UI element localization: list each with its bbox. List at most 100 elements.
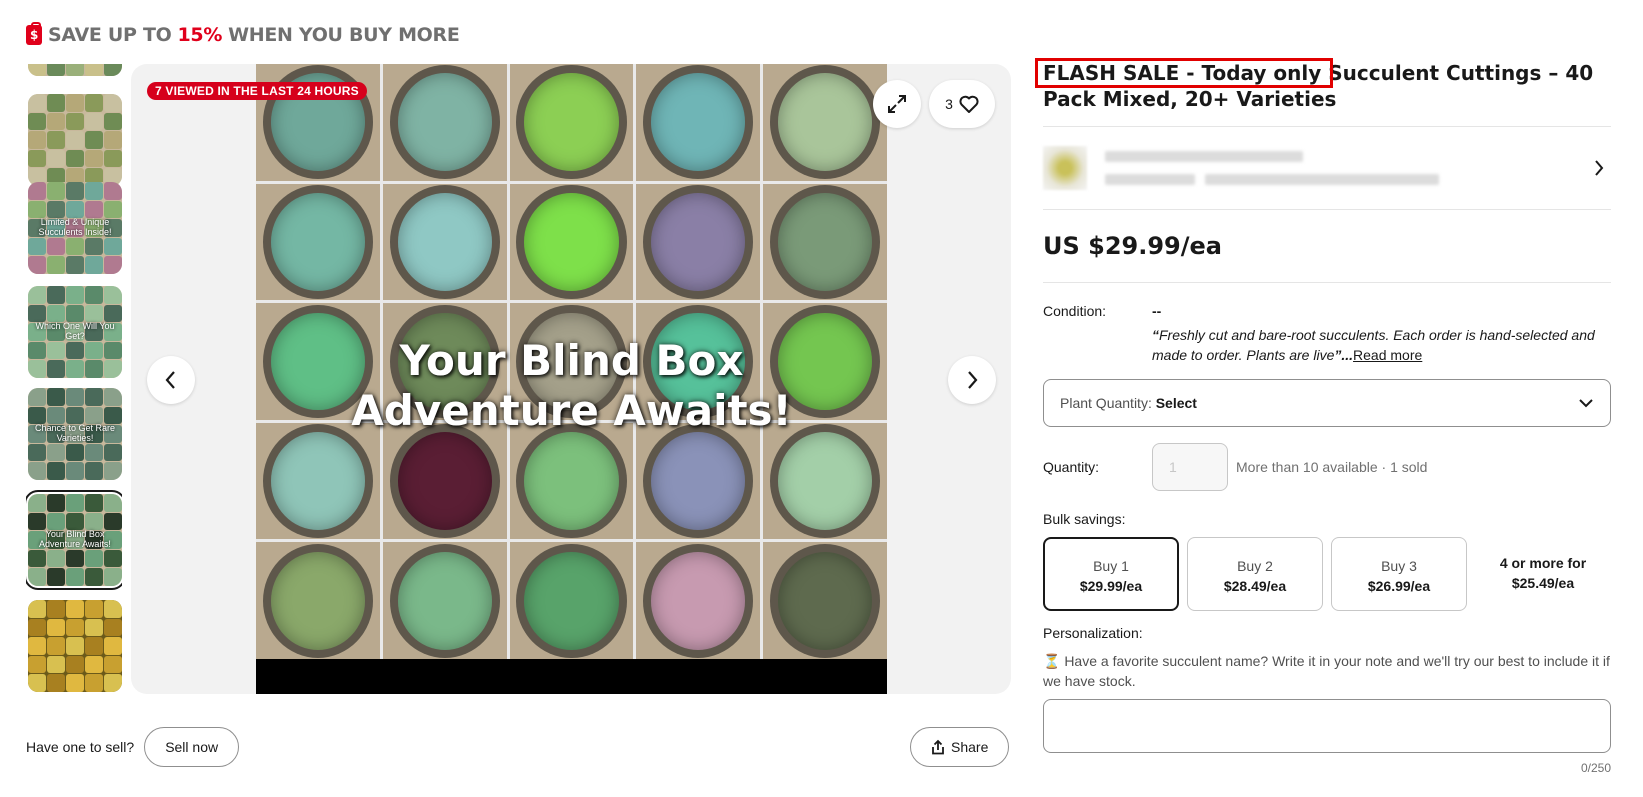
thumbnail-tile (66, 549, 84, 568)
succulent-cell (763, 64, 887, 181)
thumbnail-tile (66, 462, 84, 480)
thumbnail-tile (104, 256, 122, 274)
viewed-badge: 7 VIEWED IN THE LAST 24 HOURS (147, 82, 367, 100)
thumbnail-tile (85, 512, 103, 531)
succulent-cell (509, 64, 634, 181)
thumbnail-tile (47, 388, 65, 406)
thumbnail-4[interactable]: Which One Will You Get? (28, 286, 122, 378)
plant-quantity-select[interactable]: Plant Quantity: Select (1043, 379, 1611, 427)
watch-button[interactable]: 3 (929, 80, 995, 128)
thumbnail-tile (104, 494, 122, 512)
thumbnail-tile (104, 341, 122, 360)
thumbnail-tile (47, 256, 65, 274)
tier-price: $26.99/ea (1367, 578, 1431, 594)
thumbnail-tile (66, 237, 84, 256)
thumbnail-tile (47, 182, 65, 200)
seller-rating-redacted (1105, 174, 1195, 185)
thumbnail-7[interactable] (28, 600, 122, 692)
promo-suffix: WHEN YOU BUY MORE (228, 24, 460, 46)
personalization-textarea[interactable] (1043, 699, 1611, 753)
seller-name-redacted (1105, 151, 1303, 162)
thumbnail-tile (47, 131, 65, 149)
thumbnail-tile (28, 674, 46, 692)
overlay-line-1: Your Blind Box (399, 336, 744, 385)
share-button[interactable]: Share (910, 727, 1010, 767)
read-more-link[interactable]: Read more (1353, 347, 1422, 363)
succulent-cell (636, 183, 761, 301)
succulent-cell (382, 422, 507, 540)
thumbnail-tile (85, 388, 103, 406)
thumbnail-tile (66, 655, 84, 674)
price: US $29.99/ea (1043, 232, 1222, 260)
bulk-tier-4-or-more[interactable]: 4 or more for $25.49/ea (1475, 537, 1611, 611)
thumbnail-tile (28, 94, 46, 112)
thumbnail-tile (66, 304, 84, 323)
thumbnail-tile (47, 112, 65, 131)
thumbnail-tile (28, 549, 46, 568)
product-photo[interactable]: Your Blind Box Adventure Awaits! (256, 64, 887, 694)
thumbnail-tile (85, 494, 103, 512)
open-quote: “ (1152, 327, 1159, 343)
previous-image-button[interactable] (147, 356, 195, 404)
thumbnail-strip: Limited & Unique Succulents Inside! Whic… (26, 64, 122, 694)
thumbnail-tile (66, 64, 84, 76)
promo-banner: $ SAVE UP TO 15% WHEN YOU BUY MORE (26, 22, 460, 48)
condition-row: Condition: -- “Freshly cut and bare-root… (1043, 303, 1611, 365)
thumbnail-caption: Which One Will You Get? (35, 320, 115, 341)
thumbnail-2[interactable] (28, 94, 122, 186)
thumbnail-tile (85, 360, 103, 378)
succulent-cell (509, 183, 634, 301)
bulk-savings-label: Bulk savings: (1043, 511, 1126, 527)
thumbnail-tile (104, 674, 122, 692)
thumbnail-tile (85, 237, 103, 256)
seller-card[interactable] (1043, 127, 1611, 209)
thumbnail-tile (47, 655, 65, 674)
bulk-tier-buy-3[interactable]: Buy 3 $26.99/ea (1331, 537, 1467, 611)
thumbnail-tile (85, 637, 103, 655)
thumbnail-tile (85, 200, 103, 219)
close-quote: ”... (1334, 347, 1354, 363)
thumbnail-tile (28, 618, 46, 637)
thumbnail-tile (85, 64, 103, 76)
sell-prompt-row: Have one to sell? Sell now (26, 727, 240, 767)
thumbnail-tile (47, 443, 65, 462)
bulk-tier-buy-1[interactable]: Buy 1 $29.99/ea (1043, 537, 1179, 611)
succulent-cell (636, 64, 761, 181)
thumbnail-6-selected[interactable]: Your Blind Box Adventure Awaits! (26, 490, 122, 590)
thumbnail-tile (47, 149, 65, 168)
thumbnail-5[interactable]: Chance to Get Rare Varieties! (28, 388, 122, 480)
expand-button[interactable] (873, 80, 921, 128)
thumbnail-tile (47, 94, 65, 112)
tier-price: $28.49/ea (1223, 578, 1287, 594)
bulk-tier-buy-2[interactable]: Buy 2 $28.49/ea (1187, 537, 1323, 611)
thumbnail-tile (104, 406, 122, 425)
next-image-button[interactable] (948, 356, 996, 404)
thumbnail-caption: Chance to Get Rare Varieties! (34, 422, 116, 443)
select-label: Plant Quantity: (1060, 395, 1152, 411)
personalization-label: Personalization: (1043, 625, 1143, 641)
thumbnail-tile (47, 200, 65, 219)
sell-now-button[interactable]: Sell now (144, 727, 240, 767)
tier-label: Buy 1 (1093, 558, 1129, 574)
thumbnail-tile (47, 549, 65, 568)
succulent-cell (256, 422, 380, 540)
thumbnail-tile (28, 512, 46, 531)
succulent-cell (509, 542, 634, 659)
thumbnail-tile (47, 568, 65, 586)
thumbnail-tile (47, 286, 65, 304)
succulent-cell (382, 183, 507, 301)
thumbnail-tile (85, 618, 103, 637)
thumbnail-tile (85, 406, 103, 425)
thumbnail-3[interactable]: Limited & Unique Succulents Inside! (28, 182, 122, 274)
succulent-cell (382, 542, 507, 659)
thumbnail-tile (66, 256, 84, 274)
thumbnail-tile (66, 443, 84, 462)
thumbnail-1[interactable] (28, 64, 122, 76)
chevron-left-icon (165, 371, 175, 389)
thumbnail-tile (104, 94, 122, 112)
quantity-input[interactable]: 1 (1152, 443, 1228, 491)
thumbnail-tile (47, 600, 65, 618)
seller-info-redacted (1105, 151, 1593, 185)
thumbnail-tile (104, 200, 122, 219)
succulent-cell (382, 64, 507, 181)
